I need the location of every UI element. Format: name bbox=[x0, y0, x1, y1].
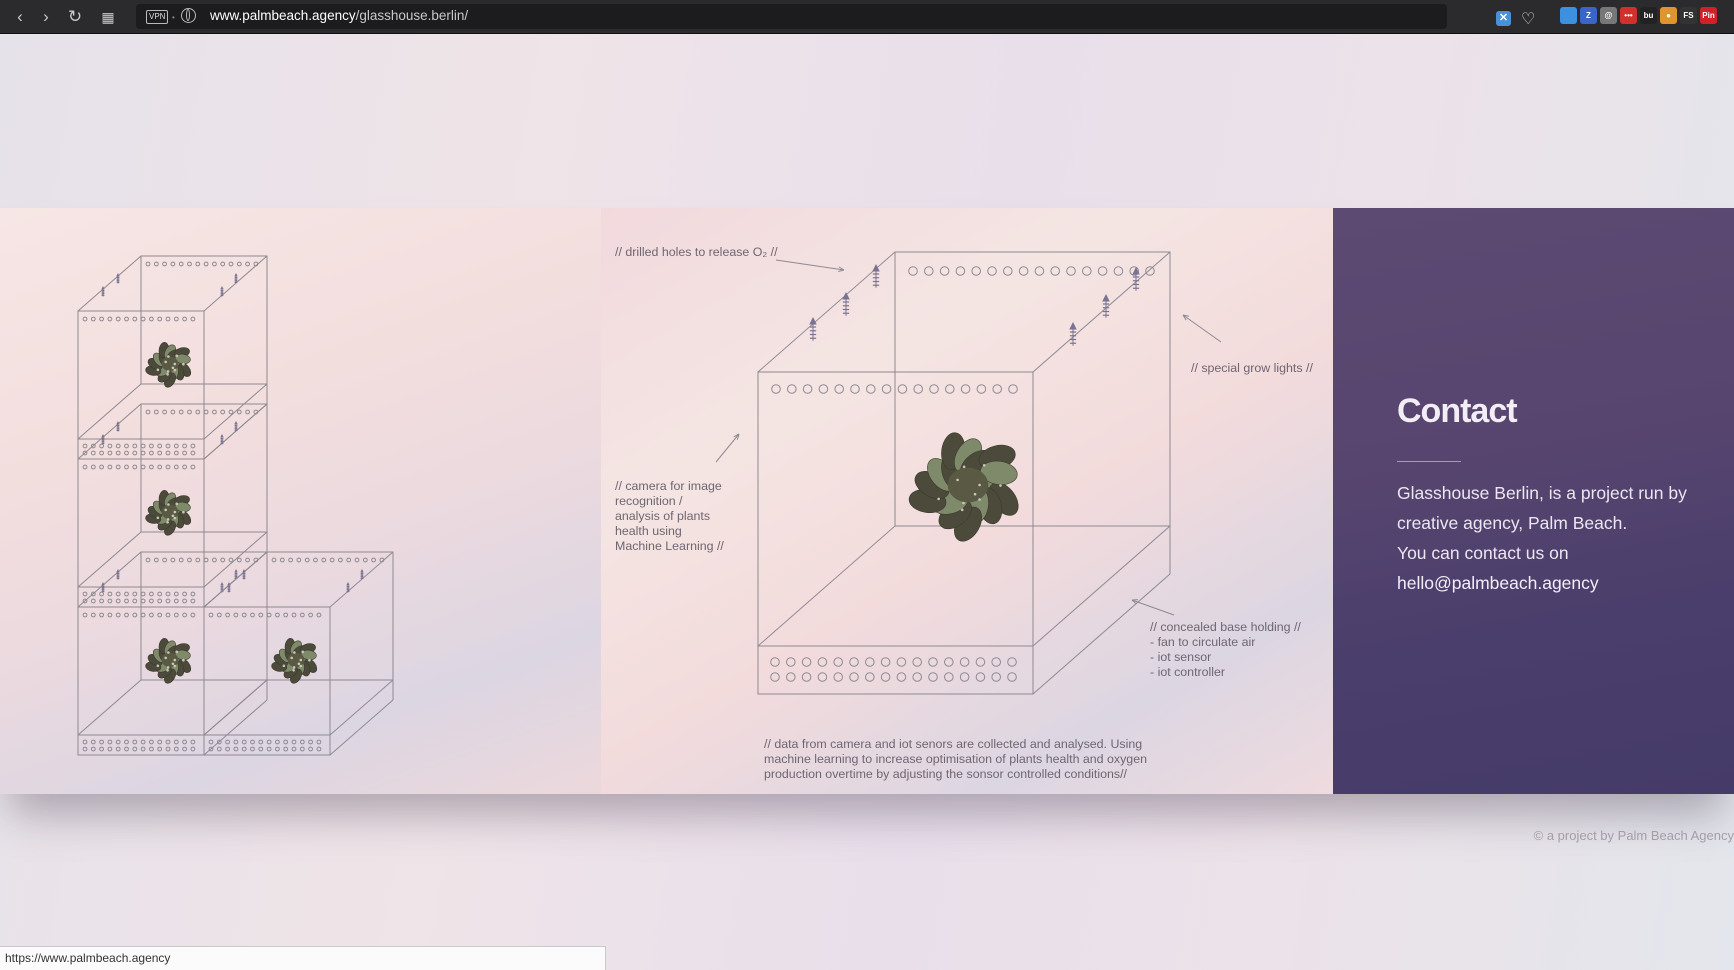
divider bbox=[1397, 461, 1461, 462]
extension-tray: Z @ ••• bu ● FS Pin bbox=[1560, 7, 1717, 24]
plant-icon bbox=[908, 432, 1019, 542]
annotation-camera: // camera for image recognition / analys… bbox=[615, 479, 724, 554]
grow-light-icon bbox=[220, 434, 224, 445]
z-extension-icon[interactable]: Z bbox=[1580, 7, 1597, 24]
contact-email-link[interactable]: hello@palmbeach.agency bbox=[1397, 568, 1697, 598]
annotation-data: // data from camera and iot senors are c… bbox=[764, 737, 1147, 782]
annotation-line: - iot controller bbox=[1150, 665, 1226, 679]
annotation-line: production overtime by adjusting the son… bbox=[764, 767, 1127, 781]
project-strip: // drilled holes to release O₂ // // spe… bbox=[0, 208, 1734, 794]
annotation-line: health using bbox=[615, 524, 682, 538]
annotation-arrow bbox=[715, 433, 740, 463]
contact-panel: Contact Glasshouse Berlin, is a project … bbox=[1333, 208, 1734, 794]
annotation-arrow bbox=[1131, 599, 1175, 616]
annotation-line: // data from camera and iot senors are c… bbox=[764, 737, 1143, 751]
annotation-line: machine learning to increase optimisatio… bbox=[764, 752, 1147, 766]
annotation-line: // concealed base holding // bbox=[1150, 620, 1301, 634]
grow-light-icon bbox=[842, 292, 850, 316]
grow-light-icon bbox=[809, 317, 817, 341]
pin-extension-icon[interactable]: Pin bbox=[1700, 7, 1717, 24]
browser-toolbar: ‹ › ↻ ▦ VPN • www.palmbeach.agency/glass… bbox=[0, 0, 1734, 34]
vpn-badge[interactable]: VPN bbox=[146, 10, 169, 24]
dots-extension-icon[interactable]: ••• bbox=[1620, 7, 1637, 24]
fs-extension-icon[interactable]: FS bbox=[1680, 7, 1697, 24]
glasshouse-diagram-panel: // drilled holes to release O₂ // // spe… bbox=[601, 208, 1333, 794]
plant-icon bbox=[145, 490, 192, 536]
plant-icon bbox=[271, 638, 318, 684]
address-bar[interactable]: VPN • www.palmbeach.agency/glasshouse.be… bbox=[136, 4, 1535, 29]
annotation-arrow bbox=[775, 259, 845, 271]
grow-light-icon bbox=[872, 264, 880, 288]
grow-light-icon bbox=[234, 421, 238, 432]
annotation-arrow bbox=[1182, 314, 1222, 343]
annotation-base: // concealed base holding // - fan to ci… bbox=[1150, 620, 1301, 680]
annotation-drilled-holes: // drilled holes to release O₂ // bbox=[615, 245, 778, 259]
url-text[interactable]: www.palmbeach.agency/glasshouse.berlin/ bbox=[210, 8, 468, 23]
reload-icon[interactable]: ↻ bbox=[64, 6, 86, 28]
status-url: https://www.palmbeach.agency bbox=[5, 951, 171, 965]
annotation-line: analysis of plants bbox=[615, 509, 711, 523]
url-host: www.palmbeach.agency bbox=[210, 8, 356, 23]
status-bar: https://www.palmbeach.agency bbox=[0, 946, 606, 970]
grow-light-icon bbox=[346, 582, 350, 593]
grid-icon[interactable]: ▦ bbox=[97, 6, 119, 28]
separator-dot: • bbox=[172, 13, 175, 22]
annotation-line: - iot sensor bbox=[1150, 650, 1212, 664]
annotation-line: - fan to circulate air bbox=[1150, 635, 1256, 649]
circle-extension-icon[interactable]: @ bbox=[1600, 7, 1617, 24]
grow-light-icon bbox=[234, 273, 238, 284]
annotation-line: recognition / bbox=[615, 494, 683, 508]
annotation-line: Machine Learning // bbox=[615, 539, 724, 553]
plant-icon bbox=[145, 342, 192, 388]
url-path: /glasshouse.berlin/ bbox=[355, 8, 469, 23]
globe-icon bbox=[181, 8, 196, 23]
contact-line: You can contact us on bbox=[1397, 543, 1569, 563]
extension-icon[interactable]: ✕ bbox=[1496, 11, 1511, 26]
back-icon[interactable]: ‹ bbox=[9, 6, 31, 28]
cookie-extension-icon[interactable]: ● bbox=[1660, 7, 1677, 24]
forward-icon[interactable]: › bbox=[35, 6, 57, 28]
contact-line: creative agency, Palm Beach. bbox=[1397, 513, 1628, 533]
glasshouse-stack-panel bbox=[0, 208, 601, 794]
contact-line: Glasshouse Berlin, is a project run by bbox=[1397, 483, 1687, 503]
grow-light-icon bbox=[220, 286, 224, 297]
grow-light-icon bbox=[1069, 322, 1077, 346]
annotation-grow-lights: // special grow lights // bbox=[1191, 361, 1313, 375]
blue-extension-icon[interactable] bbox=[1560, 7, 1577, 24]
annotation-line: // camera for image bbox=[615, 479, 722, 493]
glasshouse-stack-illustration bbox=[77, 255, 394, 756]
contact-text: Glasshouse Berlin, is a project run by c… bbox=[1397, 478, 1697, 598]
footer-credit[interactable]: © a project by Palm Beach Agency bbox=[1534, 828, 1734, 843]
heart-icon[interactable]: ♡ bbox=[1521, 9, 1535, 29]
plant-icon bbox=[145, 638, 192, 684]
bu-extension-icon[interactable]: bu bbox=[1640, 7, 1657, 24]
grow-light-icon bbox=[360, 569, 364, 580]
contact-title: Contact bbox=[1397, 392, 1518, 430]
